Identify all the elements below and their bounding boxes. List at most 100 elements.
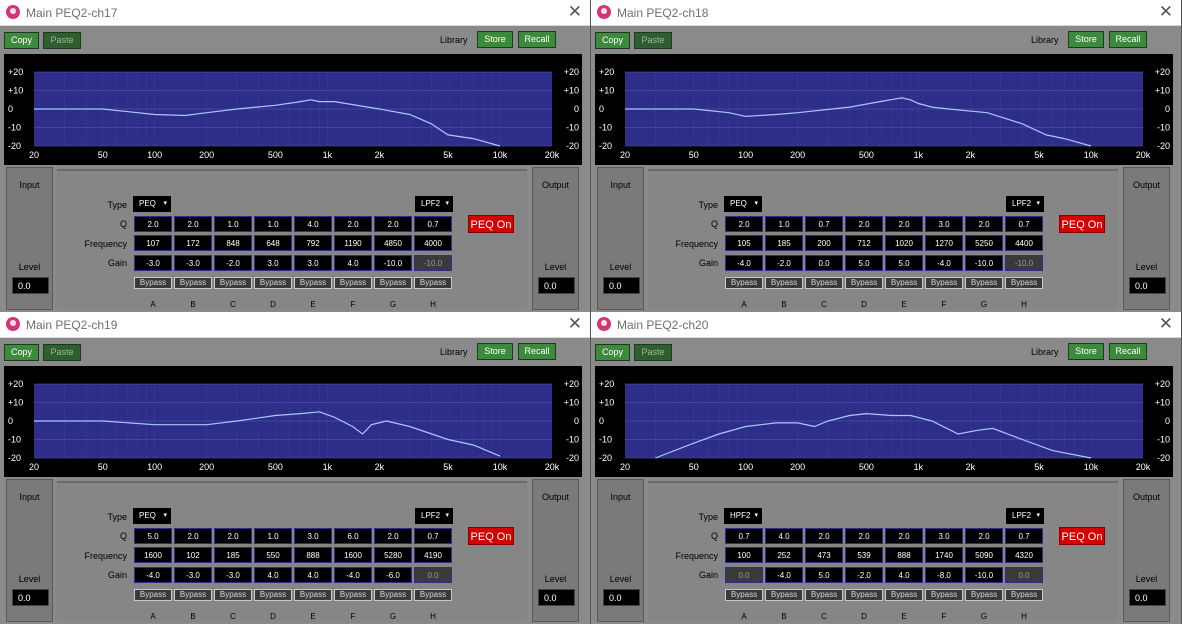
- q-cell[interactable]: 2.0: [214, 528, 252, 544]
- close-icon[interactable]: ✕: [1159, 314, 1173, 334]
- bypass-button-a[interactable]: Bypass: [725, 589, 763, 601]
- frequency-cell[interactable]: 888: [294, 547, 332, 563]
- gain-cell[interactable]: -4.0: [925, 255, 963, 271]
- gain-cell[interactable]: 4.0: [334, 255, 372, 271]
- gain-cell[interactable]: 3.0: [294, 255, 332, 271]
- frequency-cell[interactable]: 102: [174, 547, 212, 563]
- store-button[interactable]: Store: [1068, 31, 1104, 48]
- input-level-field[interactable]: 0.0: [603, 589, 640, 606]
- bypass-button-h[interactable]: Bypass: [1005, 277, 1043, 289]
- q-cell[interactable]: 2.0: [374, 528, 412, 544]
- bypass-button-f[interactable]: Bypass: [334, 277, 372, 289]
- bypass-button-g[interactable]: Bypass: [374, 277, 412, 289]
- bypass-button-f[interactable]: Bypass: [925, 589, 963, 601]
- q-cell[interactable]: 2.0: [885, 528, 923, 544]
- q-cell[interactable]: 4.0: [294, 216, 332, 232]
- gain-cell[interactable]: -10.0: [965, 255, 1003, 271]
- close-icon[interactable]: ✕: [568, 314, 582, 334]
- frequency-cell[interactable]: 1190: [334, 235, 372, 251]
- q-cell[interactable]: 3.0: [925, 216, 963, 232]
- gain-cell[interactable]: 4.0: [254, 567, 292, 583]
- bypass-button-d[interactable]: Bypass: [845, 589, 883, 601]
- q-cell[interactable]: 1.0: [254, 216, 292, 232]
- gain-cell[interactable]: -10.0: [1005, 255, 1043, 271]
- q-cell[interactable]: 2.0: [725, 216, 763, 232]
- q-cell[interactable]: 2.0: [174, 216, 212, 232]
- q-cell[interactable]: 5.0: [134, 528, 172, 544]
- copy-button[interactable]: Copy: [4, 32, 39, 49]
- frequency-cell[interactable]: 107: [134, 235, 172, 251]
- bypass-button-b[interactable]: Bypass: [765, 277, 803, 289]
- q-cell[interactable]: 2.0: [374, 216, 412, 232]
- output-level-field[interactable]: 0.0: [1129, 277, 1166, 294]
- gain-cell[interactable]: 0.0: [805, 255, 843, 271]
- bypass-button-h[interactable]: Bypass: [414, 589, 452, 601]
- q-cell[interactable]: 3.0: [294, 528, 332, 544]
- gain-cell[interactable]: -4.0: [725, 255, 763, 271]
- store-button[interactable]: Store: [1068, 343, 1104, 360]
- peq-on-button[interactable]: PEQ On: [468, 527, 514, 545]
- bypass-button-f[interactable]: Bypass: [925, 277, 963, 289]
- filter-type-select-low[interactable]: PEQ ▾: [133, 196, 171, 212]
- q-cell[interactable]: 0.7: [1005, 216, 1043, 232]
- frequency-cell[interactable]: 1020: [885, 235, 923, 251]
- bypass-button-h[interactable]: Bypass: [1005, 589, 1043, 601]
- gain-cell[interactable]: -3.0: [214, 567, 252, 583]
- bypass-button-e[interactable]: Bypass: [885, 589, 923, 601]
- copy-button[interactable]: Copy: [595, 32, 630, 49]
- bypass-button-e[interactable]: Bypass: [294, 277, 332, 289]
- bypass-button-e[interactable]: Bypass: [294, 589, 332, 601]
- gain-cell[interactable]: -2.0: [214, 255, 252, 271]
- gain-cell[interactable]: -6.0: [374, 567, 412, 583]
- gain-cell[interactable]: -8.0: [925, 567, 963, 583]
- bypass-button-c[interactable]: Bypass: [214, 589, 252, 601]
- store-button[interactable]: Store: [477, 31, 513, 48]
- bypass-button-b[interactable]: Bypass: [174, 589, 212, 601]
- q-cell[interactable]: 1.0: [765, 216, 803, 232]
- frequency-cell[interactable]: 5280: [374, 547, 412, 563]
- frequency-cell[interactable]: 4850: [374, 235, 412, 251]
- bypass-button-f[interactable]: Bypass: [334, 589, 372, 601]
- frequency-cell[interactable]: 1600: [134, 547, 172, 563]
- q-cell[interactable]: 0.7: [725, 528, 763, 544]
- gain-cell[interactable]: -3.0: [134, 255, 172, 271]
- gain-cell[interactable]: -4.0: [334, 567, 372, 583]
- bypass-button-b[interactable]: Bypass: [174, 277, 212, 289]
- gain-cell[interactable]: -3.0: [174, 255, 212, 271]
- paste-button[interactable]: Paste: [634, 344, 672, 361]
- filter-type-select-low[interactable]: HPF2 ▾: [724, 508, 762, 524]
- paste-button[interactable]: Paste: [43, 344, 81, 361]
- bypass-button-g[interactable]: Bypass: [965, 277, 1003, 289]
- output-level-field[interactable]: 0.0: [538, 589, 575, 606]
- q-cell[interactable]: 2.0: [805, 528, 843, 544]
- recall-button[interactable]: Recall: [518, 31, 556, 48]
- bypass-button-d[interactable]: Bypass: [845, 277, 883, 289]
- frequency-cell[interactable]: 1600: [334, 547, 372, 563]
- gain-cell[interactable]: 5.0: [845, 255, 883, 271]
- bypass-button-g[interactable]: Bypass: [374, 589, 412, 601]
- gain-cell[interactable]: -10.0: [414, 255, 452, 271]
- frequency-cell[interactable]: 100: [725, 547, 763, 563]
- q-cell[interactable]: 2.0: [174, 528, 212, 544]
- frequency-cell[interactable]: 539: [845, 547, 883, 563]
- gain-cell[interactable]: -10.0: [965, 567, 1003, 583]
- frequency-cell[interactable]: 792: [294, 235, 332, 251]
- frequency-cell[interactable]: 5250: [965, 235, 1003, 251]
- frequency-cell[interactable]: 848: [214, 235, 252, 251]
- frequency-cell[interactable]: 550: [254, 547, 292, 563]
- q-cell[interactable]: 2.0: [965, 216, 1003, 232]
- bypass-button-e[interactable]: Bypass: [885, 277, 923, 289]
- frequency-cell[interactable]: 105: [725, 235, 763, 251]
- filter-type-select-high[interactable]: LPF2 ▾: [415, 196, 453, 212]
- frequency-cell[interactable]: 185: [214, 547, 252, 563]
- bypass-button-g[interactable]: Bypass: [965, 589, 1003, 601]
- frequency-cell[interactable]: 473: [805, 547, 843, 563]
- peq-on-button[interactable]: PEQ On: [1059, 215, 1105, 233]
- gain-cell[interactable]: 0.0: [1005, 567, 1043, 583]
- q-cell[interactable]: 0.7: [414, 216, 452, 232]
- q-cell[interactable]: 2.0: [845, 528, 883, 544]
- q-cell[interactable]: 2.0: [885, 216, 923, 232]
- frequency-cell[interactable]: 888: [885, 547, 923, 563]
- frequency-cell[interactable]: 5090: [965, 547, 1003, 563]
- gain-cell[interactable]: 5.0: [885, 255, 923, 271]
